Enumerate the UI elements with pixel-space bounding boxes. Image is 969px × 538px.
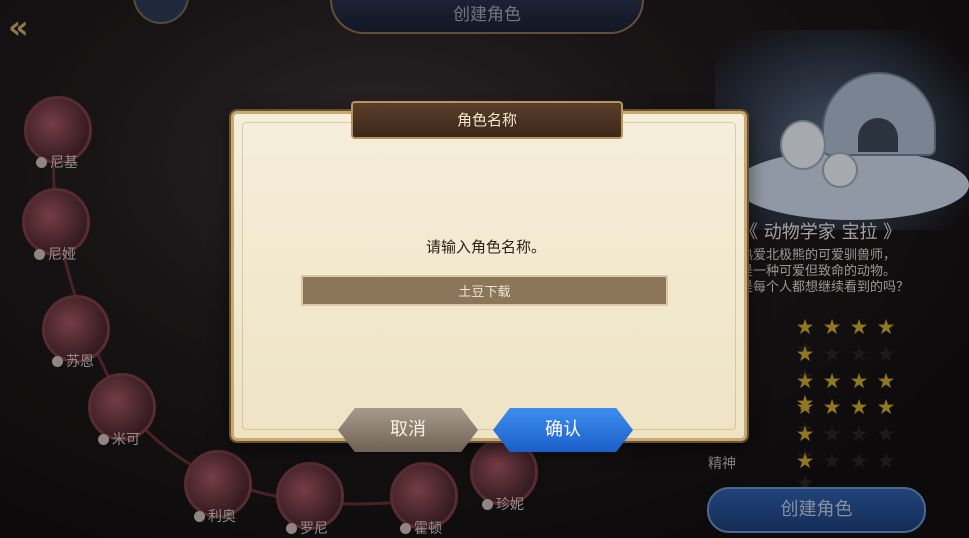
role-name-input[interactable] — [301, 275, 668, 306]
confirm-button[interactable]: 确认 — [493, 408, 633, 452]
cancel-button[interactable]: 取消 — [338, 408, 478, 452]
name-prompt: 请输入角色名称。 — [425, 238, 546, 256]
dialog-title: 角色名称 — [351, 101, 623, 139]
